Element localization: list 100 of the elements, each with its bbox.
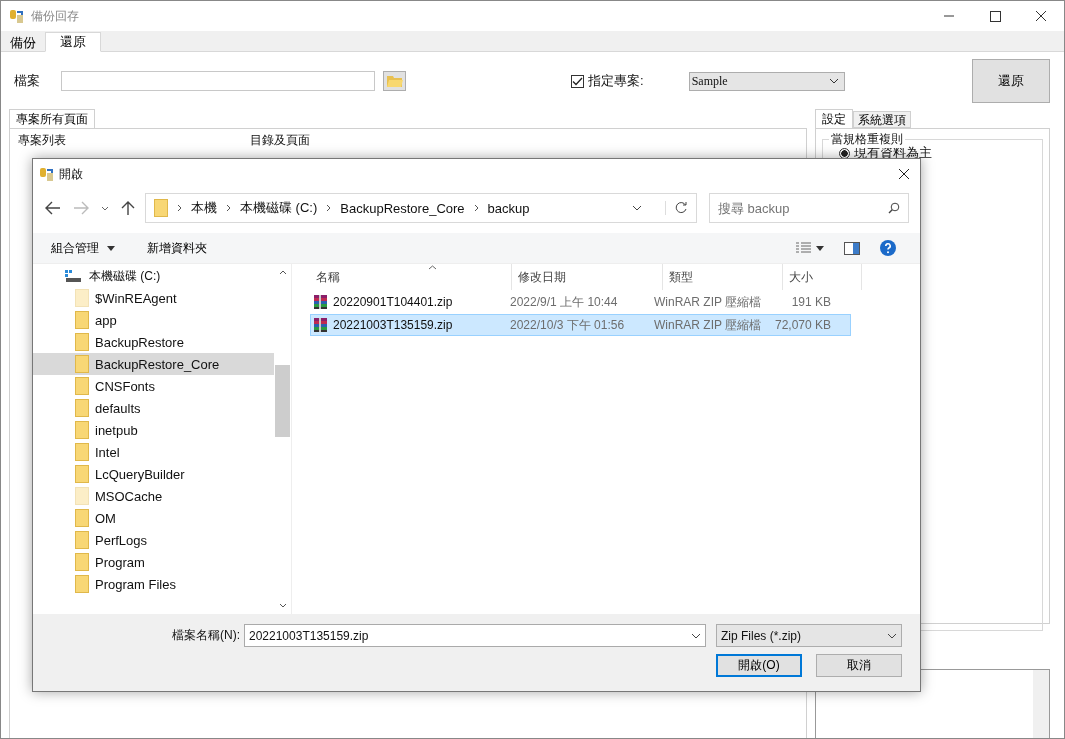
caret-icon: [107, 245, 115, 251]
chevron-down-icon: [691, 632, 701, 639]
folder-icon: [154, 199, 168, 217]
breadcrumb[interactable]: backup: [487, 200, 530, 216]
checkbox[interactable]: [571, 74, 584, 88]
folder-tree-item[interactable]: defaults: [33, 397, 274, 419]
breadcrumb[interactable]: BackupRestore_Core: [340, 200, 465, 216]
folder-icon: [75, 531, 89, 549]
app-icon: [9, 8, 25, 24]
tab[interactable]: 設定: [815, 109, 853, 129]
filename-field[interactable]: 20221003T135159.zip: [244, 624, 706, 647]
dialog-button[interactable]: 開啟(O): [716, 654, 802, 677]
file-type: WinRAR ZIP 壓縮檔: [653, 293, 763, 311]
tab[interactable]: 系統選項: [853, 111, 911, 128]
file-type-dropdown[interactable]: Zip Files (*.zip): [716, 624, 902, 647]
folder-tree-item[interactable]: inetpub: [33, 419, 274, 441]
close-icon[interactable]: [898, 168, 910, 180]
refresh-icon[interactable]: [665, 201, 688, 215]
chevron-down-icon[interactable]: [278, 603, 287, 608]
file-size: 72,070 KB: [773, 318, 832, 332]
tab[interactable]: 還原: [45, 32, 101, 52]
chevron-down-icon: [887, 632, 897, 639]
column-header[interactable]: 類型: [663, 264, 783, 290]
restore-button[interactable]: 還原: [972, 59, 1050, 103]
folder-icon: [75, 421, 89, 439]
folder-tree-item[interactable]: BackupRestore_Core: [33, 353, 274, 375]
chevron-up-icon[interactable]: [278, 270, 287, 275]
column-header: 專案列表: [18, 132, 67, 149]
breadcrumb[interactable]: 本機磁碟 (C:): [240, 199, 318, 217]
tab[interactable]: 備份: [1, 33, 45, 51]
folder-icon: [75, 465, 89, 483]
folder-tree-item[interactable]: 本機磁碟 (C:): [33, 265, 274, 287]
folder-icon: [75, 509, 89, 527]
folder-tree-item[interactable]: OM: [33, 507, 274, 529]
folder-icon: [75, 553, 89, 571]
help-icon[interactable]: [880, 240, 896, 256]
folder-tree-item[interactable]: CNSFonts: [33, 375, 274, 397]
folder-icon: [75, 399, 89, 417]
column-header: 目錄及頁面: [250, 132, 311, 149]
folder-tree-item[interactable]: Intel: [33, 441, 274, 463]
chevron-down-icon[interactable]: [101, 205, 109, 211]
sort-caret-icon: [428, 265, 437, 270]
breadcrumb[interactable]: 本機: [191, 199, 217, 217]
dialog-button[interactable]: 取消: [816, 654, 902, 677]
file-size: 191 KB: [790, 295, 832, 309]
chevron-right-icon: [177, 204, 182, 212]
folder-icon: [75, 487, 89, 505]
checkbox-label: 指定專案:: [588, 72, 644, 90]
chevron-down-icon: [828, 78, 839, 84]
folder-tree-item[interactable]: PerfLogs: [33, 529, 274, 551]
folder-tree-item[interactable]: MSOCache: [33, 485, 274, 507]
toolbar-button[interactable]: 組合管理: [43, 239, 123, 257]
column-header[interactable]: 大小: [783, 264, 862, 290]
project-dropdown[interactable]: Sample: [688, 71, 845, 91]
file-input[interactable]: [61, 71, 375, 91]
up-icon[interactable]: [121, 200, 135, 216]
folder-icon: [75, 355, 89, 373]
file-date: 2022/9/1 上午 10:44: [509, 293, 619, 311]
drive-icon: [65, 270, 81, 282]
search-icon: [888, 202, 900, 214]
file-name: 20221003T135159.zip: [333, 318, 453, 332]
chevron-right-icon: [326, 204, 332, 212]
caret-icon[interactable]: [816, 245, 824, 251]
column-header[interactable]: 修改日期: [512, 264, 663, 290]
folder-icon: [75, 289, 89, 307]
file-name: 20220901T104401.zip: [333, 295, 453, 309]
dialog-title: 開啟: [59, 165, 83, 183]
folder-icon: [75, 333, 89, 351]
folder-tree-item[interactable]: BackupRestore: [33, 331, 274, 353]
folder-icon: [75, 377, 89, 395]
file-date: 2022/10/3 下午 01:56: [509, 316, 626, 334]
file-row[interactable]: 20220901T104401.zip 2022/9/1 上午 10:44 WinRAR ZIP 壓縮檔 191 KB: [310, 291, 851, 313]
folder-tree-item[interactable]: LcQueryBuilder: [33, 463, 274, 485]
toolbar-button[interactable]: 新增資料夾: [139, 239, 215, 257]
address-bar[interactable]: 本機 本機磁碟 (C:) BackupRestore_Core backup: [145, 193, 697, 223]
folder-icon: [75, 575, 89, 593]
window-title: 備份回存: [31, 7, 79, 25]
chevron-down-icon[interactable]: [632, 205, 642, 211]
folder-tree-item[interactable]: app: [33, 309, 274, 331]
file-label: 檔案: [14, 72, 41, 90]
back-icon[interactable]: [45, 201, 61, 215]
filename-label: 檔案名稱(N):: [172, 627, 240, 644]
preview-pane-icon[interactable]: [844, 241, 860, 255]
folder-tree-item[interactable]: $WinREAgent: [33, 287, 274, 309]
scrollbar[interactable]: [1033, 670, 1049, 738]
search-field[interactable]: 搜尋 backup: [709, 193, 909, 223]
folder-icon: [75, 443, 89, 461]
group-title: 當規格重複則: [829, 131, 905, 148]
scrollbar-thumb[interactable]: [275, 365, 290, 437]
archive-icon: [313, 294, 329, 310]
file-row[interactable]: 20221003T135159.zip 2022/10/3 下午 01:56 WinRAR ZIP 壓縮檔 72,070 KB: [310, 314, 851, 336]
folder-tree-item[interactable]: Program Files: [33, 573, 274, 595]
file-type: WinRAR ZIP 壓縮檔: [653, 316, 763, 334]
archive-icon: [313, 317, 329, 333]
tab[interactable]: 專案所有頁面: [9, 109, 95, 129]
column-header[interactable]: 名稱: [310, 264, 512, 290]
folder-icon: [75, 311, 89, 329]
chevron-right-icon: [226, 204, 231, 212]
folder-tree-item[interactable]: Program: [33, 551, 274, 573]
app-icon: [39, 166, 55, 182]
